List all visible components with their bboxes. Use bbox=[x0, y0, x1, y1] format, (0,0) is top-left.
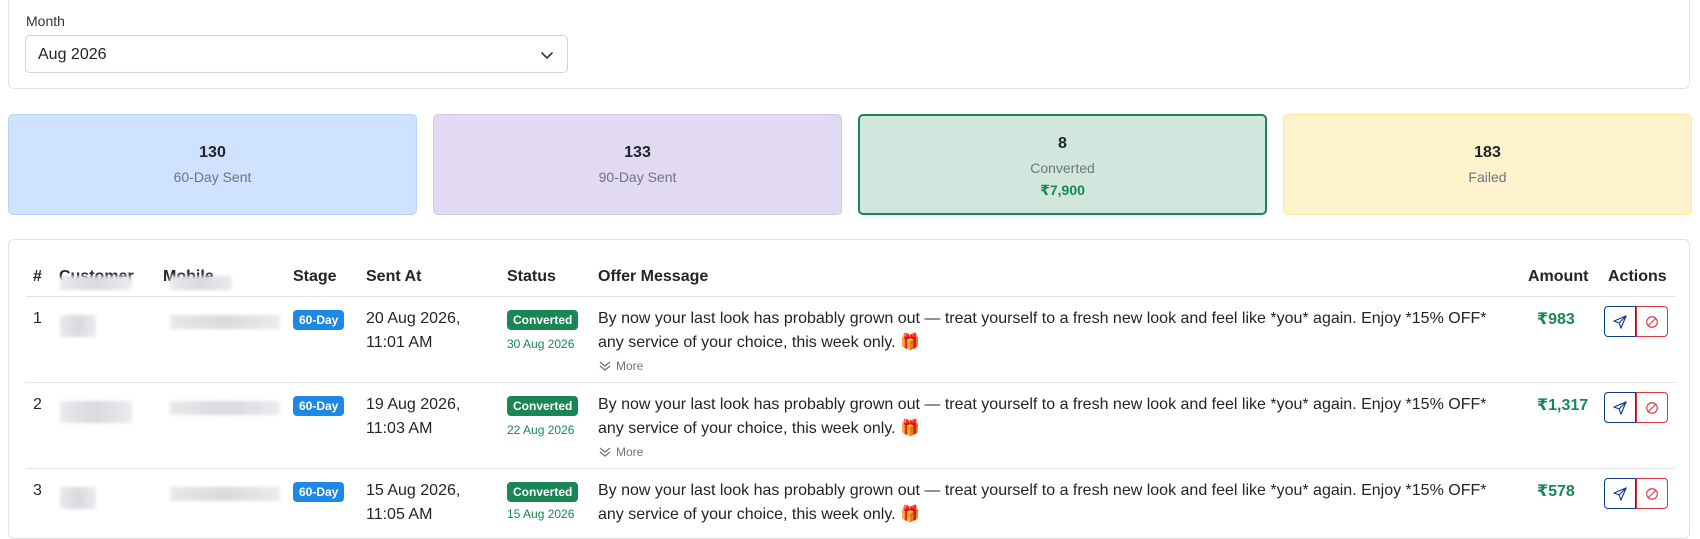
offer-message-line2: any service of your choice, this week on… bbox=[598, 420, 920, 437]
filter-card: Month Aug 2026 bbox=[8, 0, 1690, 89]
amount-value: ₹983 bbox=[1537, 311, 1575, 328]
send-button[interactable] bbox=[1604, 306, 1636, 337]
block-button[interactable] bbox=[1636, 306, 1668, 337]
stat-card-failed: 183 Failed bbox=[1283, 114, 1692, 215]
stat-amount: ₹7,900 bbox=[1040, 182, 1085, 198]
sent-at-date: 19 Aug 2026, bbox=[366, 396, 461, 413]
status-date: 22 Aug 2026 bbox=[507, 423, 575, 437]
blurred-overlay bbox=[170, 276, 232, 290]
month-select[interactable]: Aug 2026 bbox=[25, 35, 568, 73]
stat-label: Failed bbox=[1468, 169, 1507, 185]
offer-message-line1: By now your last look has probably grown… bbox=[598, 482, 1487, 499]
col-header-stage: Stage bbox=[293, 268, 337, 285]
double-chevron-down-icon bbox=[599, 447, 611, 457]
more-toggle[interactable]: More bbox=[598, 445, 643, 459]
double-chevron-down-icon bbox=[599, 361, 611, 371]
block-button[interactable] bbox=[1636, 392, 1668, 423]
mobile-redacted bbox=[170, 487, 280, 501]
row-number: 3 bbox=[33, 482, 42, 499]
sent-at-time: 11:05 AM bbox=[366, 506, 433, 523]
amount-value: ₹1,317 bbox=[1537, 397, 1589, 414]
row-divider bbox=[26, 468, 1675, 469]
send-button[interactable] bbox=[1604, 392, 1636, 423]
ban-icon bbox=[1646, 401, 1658, 414]
offer-message-line2: any service of your choice, this week on… bbox=[598, 506, 920, 523]
col-header-num: # bbox=[33, 268, 42, 285]
more-toggle[interactable]: More bbox=[598, 359, 643, 373]
offer-message-line2: any service of your choice, this week on… bbox=[598, 334, 920, 351]
col-header-status: Status bbox=[507, 268, 556, 285]
sent-at-date: 20 Aug 2026, bbox=[366, 310, 461, 327]
row-number: 2 bbox=[33, 396, 42, 413]
stat-label: Converted bbox=[1030, 160, 1095, 176]
status-date: 30 Aug 2026 bbox=[507, 337, 575, 351]
sent-at-date: 15 Aug 2026, bbox=[366, 482, 461, 499]
stat-value: 8 bbox=[1058, 135, 1067, 152]
ban-icon bbox=[1646, 315, 1658, 328]
send-icon bbox=[1613, 400, 1627, 415]
month-label: Month bbox=[26, 13, 65, 29]
offer-message-line1: By now your last look has probably grown… bbox=[598, 396, 1487, 413]
col-header-offer-message: Offer Message bbox=[598, 268, 709, 285]
stat-value: 183 bbox=[1474, 144, 1501, 161]
customer-name-redacted bbox=[60, 401, 132, 423]
block-button[interactable] bbox=[1636, 478, 1668, 509]
sent-at-time: 11:01 AM bbox=[366, 334, 433, 351]
send-icon bbox=[1613, 314, 1627, 329]
status-badge: Converted bbox=[507, 482, 579, 502]
col-header-amount: Amount bbox=[1528, 268, 1589, 285]
blurred-overlay bbox=[60, 276, 132, 290]
customer-name-redacted bbox=[60, 315, 96, 337]
customer-name-redacted bbox=[60, 487, 96, 509]
stat-value: 130 bbox=[199, 144, 226, 161]
mobile-redacted bbox=[170, 315, 280, 329]
ban-icon bbox=[1646, 487, 1658, 500]
more-label: More bbox=[616, 445, 644, 459]
stage-badge: 60-Day bbox=[293, 310, 345, 330]
chevron-down-icon bbox=[541, 52, 553, 59]
col-header-sent-at: Sent At bbox=[366, 268, 422, 285]
row-divider bbox=[26, 382, 1675, 383]
offer-message-line1: By now your last look has probably grown… bbox=[598, 310, 1487, 327]
send-button[interactable] bbox=[1604, 478, 1636, 509]
status-badge: Converted bbox=[507, 310, 579, 330]
row-number: 1 bbox=[33, 310, 42, 327]
col-header-actions: Actions bbox=[1608, 268, 1667, 285]
stat-card-60-day: 130 60-Day Sent bbox=[8, 114, 417, 215]
more-label: More bbox=[616, 359, 644, 373]
header-divider bbox=[26, 296, 1675, 297]
stat-label: 90-Day Sent bbox=[598, 169, 677, 185]
status-date: 15 Aug 2026 bbox=[507, 507, 575, 521]
amount-value: ₹578 bbox=[1537, 483, 1575, 500]
stat-label: 60-Day Sent bbox=[173, 169, 252, 185]
stat-card-converted: 8 Converted ₹7,900 bbox=[858, 114, 1267, 215]
stat-card-90-day: 133 90-Day Sent bbox=[433, 114, 842, 215]
mobile-redacted bbox=[170, 401, 280, 415]
send-icon bbox=[1613, 486, 1627, 501]
status-badge: Converted bbox=[507, 396, 579, 416]
stage-badge: 60-Day bbox=[293, 396, 345, 416]
sent-at-time: 11:03 AM bbox=[366, 420, 433, 437]
stage-badge: 60-Day bbox=[293, 482, 345, 502]
stat-value: 133 bbox=[624, 144, 651, 161]
month-select-value: Aug 2026 bbox=[38, 46, 107, 63]
